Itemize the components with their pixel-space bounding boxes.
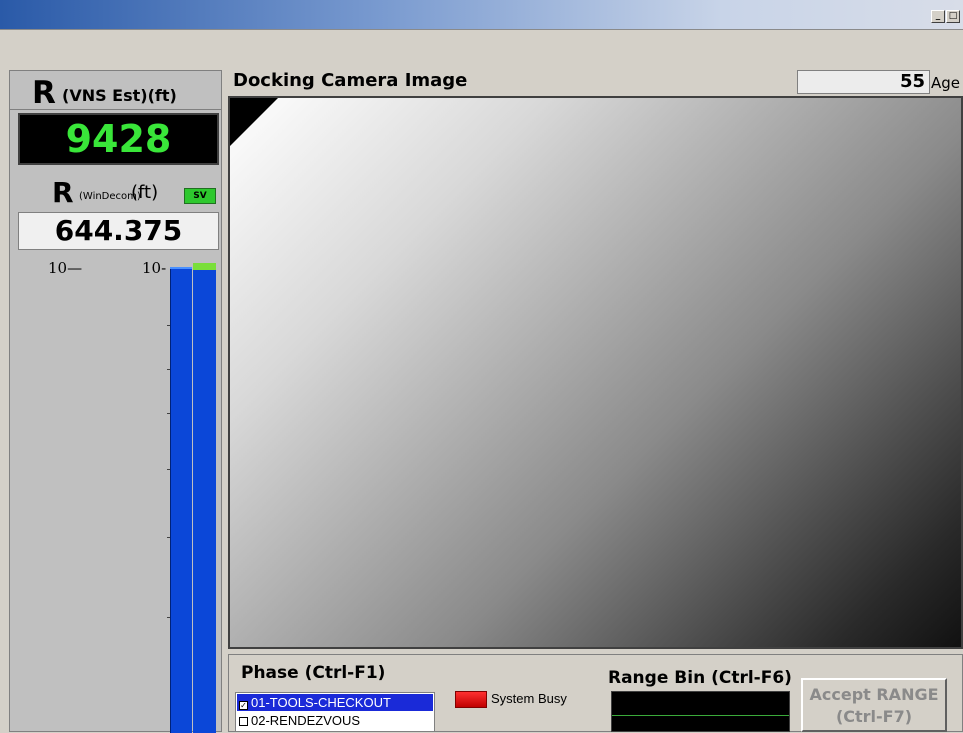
maximize-button[interactable]: □ [946,10,960,23]
windecom-range-value: 644.375 [18,212,219,250]
range-bin-trace [612,715,789,716]
accept-range-button[interactable]: Accept RANGE (Ctrl-F7) [801,678,947,732]
camera-title: Docking Camera Image [233,70,468,91]
vns-range-bar-cap [170,267,192,269]
range-panel: R (VNS Est)(ft) 9428 R (WinDecom) (ft) S… [9,70,222,733]
toolbar-area [0,30,963,68]
window-title-bar: _ □ [0,0,963,30]
docking-camera-image [228,96,963,649]
vns-range-header: R (VNS Est)(ft) [10,71,221,111]
camera-corner-mask [230,98,278,146]
scale-max-label-right: 10- [142,259,167,277]
system-busy-label: System Busy [491,691,567,706]
windecom-unit-label: (ft) [131,182,159,203]
phase-item-rendezvous[interactable]: 02-RENDEZVOUS [237,712,433,729]
vns-range-value: 9428 [18,113,219,165]
vns-range-label: (VNS Est)(ft) [62,86,177,105]
phase-item-label: 01-TOOLS-CHECKOUT [251,695,391,710]
image-age-label: Age [931,74,961,92]
phase-item-tools-checkout[interactable]: ✓ 01-TOOLS-CHECKOUT [237,694,433,711]
sv-status-badge[interactable]: SV [184,188,216,204]
minimize-button[interactable]: _ [931,10,945,23]
range-bin-display [611,691,790,732]
vns-range-bar [170,267,192,733]
system-busy-indicator [455,691,487,708]
checkbox-checked-icon[interactable]: ✓ [239,701,248,710]
scale-max-label-left: 10— [48,259,83,277]
image-age-value: 55 [797,70,930,94]
phase-item-label: 02-RENDEZVOUS [251,713,361,728]
range-r-letter: R [32,75,56,111]
accept-range-shortcut: (Ctrl-F7) [835,707,913,726]
accept-range-label: Accept RANGE [809,685,939,704]
phase-title: Phase (Ctrl-F1) [241,663,386,683]
windecom-range-bar-cap [193,263,216,270]
phase-list[interactable]: ✓ 01-TOOLS-CHECKOUT 02-RENDEZVOUS [235,692,435,732]
windecom-r-letter: R [52,176,74,209]
windecom-range-bar [193,267,216,733]
checkbox-unchecked-icon[interactable] [239,717,248,726]
range-bin-title: Range Bin (Ctrl-F6) [608,668,792,688]
